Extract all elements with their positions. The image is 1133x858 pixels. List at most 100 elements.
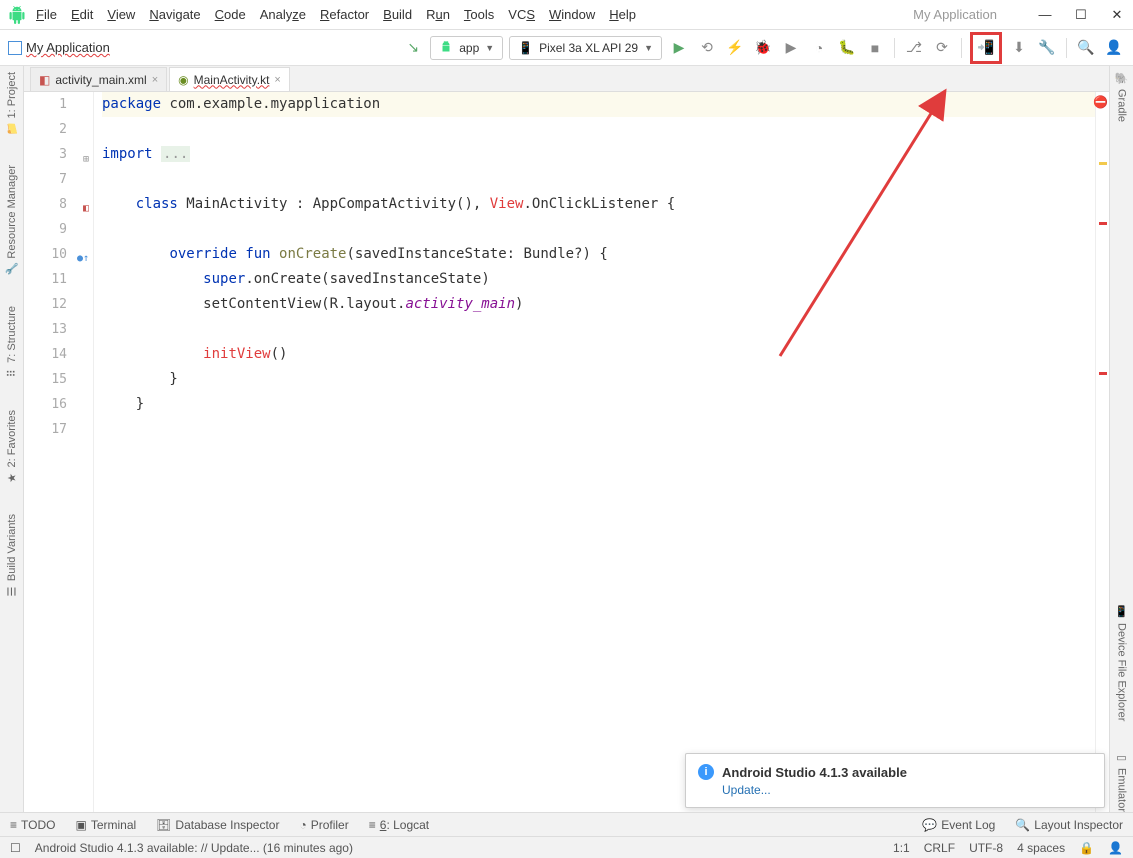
menu-analyze[interactable]: Analyze (260, 7, 306, 22)
breadcrumb[interactable]: My Application (8, 40, 110, 55)
bottom-database-inspector[interactable]: 🗄Database Inspector (156, 818, 279, 832)
avd-manager-button[interactable]: 📲 (975, 37, 997, 59)
titlebar: File Edit View Navigate Code Analyze Ref… (0, 0, 1133, 30)
apply-changes-button[interactable]: ⟲ (696, 37, 718, 59)
right-tool-sidebar: 🐘Gradle 📱Device File Explorer ▭Emulator (1109, 66, 1133, 812)
editor-tabs: ◧ activity_main.xml × ◉ MainActivity.kt … (24, 66, 1109, 92)
project-name: My Application (26, 40, 110, 55)
sidebar-gradle[interactable]: 🐘Gradle (1115, 72, 1128, 122)
notification-popup: i Android Studio 4.1.3 available Update.… (685, 753, 1105, 808)
git-button[interactable]: ⎇ (903, 37, 925, 59)
error-mark[interactable] (1099, 372, 1107, 375)
attach-debugger-button[interactable]: 🐛 (836, 37, 858, 59)
event-log-icon: 💬 (922, 818, 937, 832)
search-button[interactable]: 🔍 (1075, 37, 1097, 59)
bottom-todo[interactable]: ≡TODO (10, 818, 55, 832)
notification-update-link[interactable]: Update... (722, 783, 1092, 797)
logcat-icon: ≡ (369, 818, 376, 832)
hammer-icon[interactable]: ↘ (402, 37, 424, 59)
sidebar-build-variants[interactable]: ☰Build Variants (6, 514, 18, 598)
device-selector[interactable]: 📱 Pixel 3a XL API 29 ▼ (509, 36, 662, 60)
menu-help[interactable]: Help (609, 7, 636, 22)
coverage-button[interactable]: ▶ (780, 37, 802, 59)
statusbar-icon[interactable]: ☐ (10, 841, 21, 855)
window-maximize-button[interactable]: ☐ (1073, 7, 1089, 23)
menu-view[interactable]: View (107, 7, 135, 22)
menu-tools[interactable]: Tools (464, 7, 494, 22)
structure-icon: ⠿ (5, 369, 18, 377)
android-icon (439, 41, 453, 55)
lock-icon[interactable]: 🔒 (1079, 841, 1094, 855)
code-body[interactable]: package com.example.myapplication import… (94, 92, 1095, 812)
main-menu: File Edit View Navigate Code Analyze Ref… (36, 7, 636, 22)
apply-code-changes-button[interactable]: ⚡ (724, 37, 746, 59)
indent[interactable]: 4 spaces (1017, 841, 1065, 855)
menu-window[interactable]: Window (549, 7, 595, 22)
override-icon[interactable]: ●↑ (75, 246, 89, 260)
bottom-profiler[interactable]: ◔Profiler (299, 818, 348, 832)
menu-refactor[interactable]: Refactor (320, 7, 369, 22)
menu-run[interactable]: Run (426, 7, 450, 22)
sdk-manager-button[interactable]: ⬇ (1008, 37, 1030, 59)
close-icon[interactable]: × (274, 74, 280, 86)
menu-navigate[interactable]: Navigate (149, 7, 200, 22)
tab-activity-main-xml[interactable]: ◧ activity_main.xml × (30, 67, 167, 91)
class-icon: ◧ (75, 196, 89, 210)
stop-button[interactable]: ■ (864, 37, 886, 59)
window-close-button[interactable]: ✕ (1109, 7, 1125, 23)
star-icon: ★ (5, 473, 18, 483)
warning-mark[interactable] (1099, 162, 1107, 165)
resource-manager-button[interactable]: 🔧 (1036, 37, 1058, 59)
error-mark[interactable] (1099, 222, 1107, 225)
menu-file[interactable]: File (36, 7, 57, 22)
user-icon[interactable]: 👤 (1103, 37, 1125, 59)
sidebar-resource-manager[interactable]: 🔧Resource Manager (5, 165, 19, 276)
profiler-button[interactable]: ◔ (808, 37, 830, 59)
database-icon: 🗄 (156, 818, 171, 832)
bottom-event-log[interactable]: 💬Event Log (922, 818, 995, 832)
window-title: My Application (913, 7, 997, 22)
status-message[interactable]: Android Studio 4.1.3 available: // Updat… (35, 841, 879, 855)
sync-button[interactable]: ⟳ (931, 37, 953, 59)
statusbar: ☐ Android Studio 4.1.3 available: // Upd… (0, 836, 1133, 858)
menu-code[interactable]: Code (215, 7, 246, 22)
inspector-icon[interactable]: 👤 (1108, 841, 1123, 855)
close-icon[interactable]: × (152, 74, 158, 86)
toolbar: My Application ↘ app ▼ 📱 Pixel 3a XL API… (0, 30, 1133, 66)
gradle-icon: 🐘 (1115, 72, 1128, 85)
layout-inspector-icon: 🔍 (1015, 818, 1030, 832)
dropdown-arrow-icon: ▼ (485, 43, 494, 53)
sidebar-project[interactable]: 📁1: Project (5, 72, 19, 135)
bottom-terminal[interactable]: ▣Terminal (75, 818, 136, 832)
bottom-layout-inspector[interactable]: 🔍Layout Inspector (1015, 818, 1123, 832)
bottom-logcat[interactable]: ≡6: Logcat (369, 818, 429, 832)
line-separator[interactable]: CRLF (924, 841, 955, 855)
window-minimize-button[interactable]: — (1037, 7, 1053, 23)
editor-area: ◧ activity_main.xml × ◉ MainActivity.kt … (24, 66, 1109, 812)
error-indicator-icon[interactable]: ⛔ (1093, 95, 1108, 109)
cursor-position[interactable]: 1:1 (893, 841, 910, 855)
sidebar-device-explorer[interactable]: 📱Device File Explorer (1115, 605, 1128, 721)
menu-vcs[interactable]: VCS (508, 7, 535, 22)
sidebar-structure[interactable]: ⠿7: Structure (6, 306, 18, 380)
run-button[interactable]: ▶ (668, 37, 690, 59)
bottom-toolbar: ≡TODO ▣Terminal 🗄Database Inspector ◔Pro… (0, 812, 1133, 836)
debug-button[interactable]: 🐞 (752, 37, 774, 59)
tab-mainactivity-kt[interactable]: ◉ MainActivity.kt × (169, 67, 290, 91)
error-stripe[interactable]: ⛔ (1095, 92, 1109, 812)
menu-build[interactable]: Build (383, 7, 412, 22)
resource-icon: 🔧 (5, 263, 18, 277)
code-editor[interactable]: 1237891011121314151617 ⊞ ◧ ●↑ package co… (24, 92, 1109, 812)
run-config-value: app (459, 41, 479, 55)
menu-edit[interactable]: Edit (71, 7, 93, 22)
profiler-icon: ◔ (299, 818, 306, 832)
fold-icon[interactable]: ⊞ (75, 147, 89, 161)
xml-file-icon: ◧ (39, 73, 50, 87)
main-area: 📁1: Project 🔧Resource Manager ⠿7: Struct… (0, 66, 1133, 812)
line-gutter: 1237891011121314151617 ⊞ ◧ ●↑ (24, 92, 94, 812)
run-config-selector[interactable]: app ▼ (430, 36, 503, 60)
sidebar-favorites[interactable]: ★2: Favorites (6, 410, 18, 484)
phone-icon: 📱 (518, 41, 533, 55)
encoding[interactable]: UTF-8 (969, 841, 1003, 855)
sidebar-emulator[interactable]: ▭Emulator (1115, 751, 1128, 812)
